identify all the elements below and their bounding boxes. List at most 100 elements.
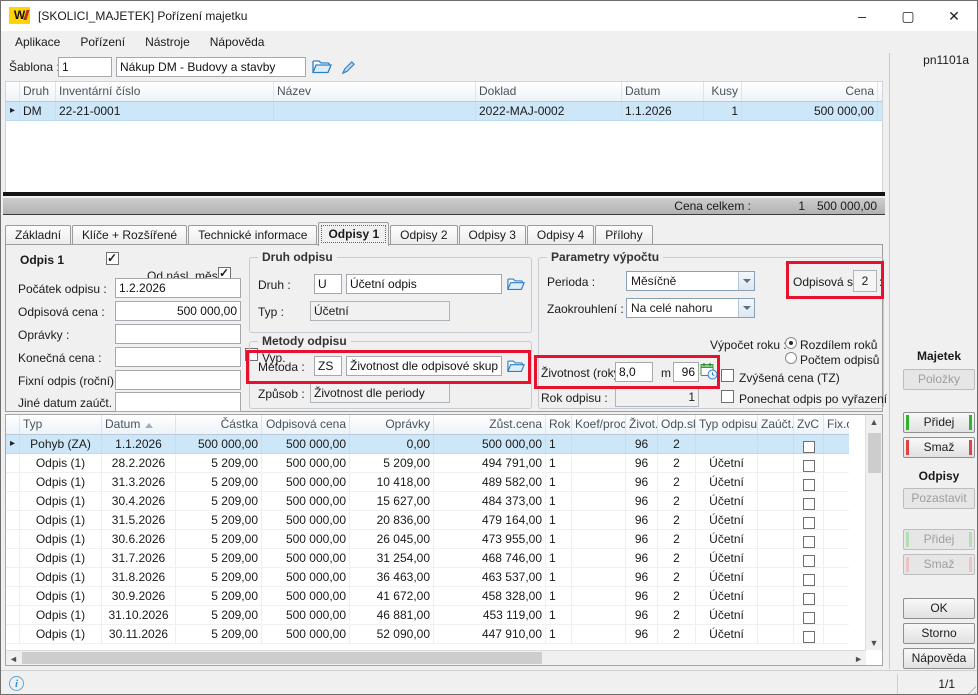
- zvc-checkbox[interactable]: [803, 517, 815, 529]
- tab-technick-informace[interactable]: Technické informace: [188, 225, 317, 245]
- scroll-left-icon[interactable]: ◄: [9, 654, 18, 664]
- info-icon[interactable]: i: [9, 676, 24, 691]
- maximize-icon[interactable]: ▢: [885, 1, 931, 31]
- column-header--stka[interactable]: Částka: [176, 415, 262, 434]
- column-header-datum[interactable]: Datum: [102, 415, 176, 434]
- metoda-name-input[interactable]: [346, 356, 502, 376]
- zvc-checkbox[interactable]: [803, 574, 815, 586]
- vertical-scrollbar[interactable]: ▲ ▼: [865, 415, 882, 650]
- fixni-odpis-input[interactable]: [115, 370, 241, 390]
- open-folder-icon[interactable]: [310, 57, 334, 77]
- minimize-icon[interactable]: –: [839, 1, 885, 31]
- pridej-odpis-button[interactable]: Přidej: [903, 529, 975, 550]
- table-row[interactable]: Odpis (1)30.9.20265 209,00500 000,0041 6…: [6, 587, 849, 606]
- zvc-checkbox[interactable]: [803, 460, 815, 472]
- column-header-cena[interactable]: Cena: [742, 82, 878, 101]
- storno-button[interactable]: Storno: [903, 623, 975, 644]
- column-header-zvc[interactable]: ZvC: [794, 415, 824, 434]
- table-row[interactable]: Odpis (1)30.6.20265 209,00500 000,0026 0…: [6, 530, 849, 549]
- zvc-checkbox[interactable]: [803, 536, 815, 548]
- column-header-odp-sk-[interactable]: Odp.sk.: [658, 415, 696, 434]
- scroll-right-icon[interactable]: ►: [854, 654, 863, 664]
- tab-odpisy-3[interactable]: Odpisy 3: [459, 225, 526, 245]
- scroll-down-icon[interactable]: ▼: [866, 638, 882, 648]
- ok-button[interactable]: OK: [903, 598, 975, 619]
- menu-napoveda[interactable]: Nápověda: [200, 32, 275, 52]
- column-header-kusy[interactable]: Kusy: [704, 82, 742, 101]
- column-header-koef-proc[interactable]: Koef/proc: [572, 415, 626, 434]
- zvc-checkbox[interactable]: [803, 479, 815, 491]
- zvc-checkbox[interactable]: [803, 612, 815, 624]
- calendar-clock-icon[interactable]: [699, 361, 719, 381]
- zvc-checkbox[interactable]: [803, 441, 815, 453]
- table-row[interactable]: Odpis (1)30.4.20265 209,00500 000,0015 6…: [6, 492, 849, 511]
- pridej-button[interactable]: Přidej: [903, 412, 975, 433]
- tab-z-kladn-[interactable]: Základní: [5, 225, 71, 245]
- zaokrouhleni-select[interactable]: Na celé nahoru: [626, 298, 755, 318]
- column-header-doklad[interactable]: Doklad: [476, 82, 622, 101]
- column-header-typ[interactable]: Typ: [20, 415, 102, 434]
- column-header-datum[interactable]: Datum: [622, 82, 704, 101]
- napoveda-button[interactable]: Nápověda: [903, 648, 975, 669]
- druh-folder-icon[interactable]: [504, 274, 528, 294]
- odpis1-checkbox[interactable]: [106, 252, 119, 265]
- table-row[interactable]: Odpis (1)28.2.20265 209,00500 000,005 20…: [6, 454, 849, 473]
- perioda-select[interactable]: Měsíčně: [626, 271, 755, 291]
- opravky-input[interactable]: [115, 324, 241, 344]
- edit-pencil-icon[interactable]: [336, 57, 360, 77]
- table-row[interactable]: Odpis (1)30.11.20265 209,00500 000,0052 …: [6, 625, 849, 644]
- column-header--ivot-[interactable]: Život.: [626, 415, 658, 434]
- tab-p-lohy[interactable]: Přílohy: [595, 225, 652, 245]
- zvc-checkbox[interactable]: [803, 631, 815, 643]
- pozastavit-button[interactable]: Pozastavit: [903, 488, 975, 509]
- zvc-checkbox[interactable]: [803, 593, 815, 605]
- column-header-za-t-[interactable]: Zaúčt.: [758, 415, 794, 434]
- konecna-cena-input[interactable]: [115, 347, 241, 367]
- column-header-n-zev[interactable]: Název: [274, 82, 476, 101]
- table-row[interactable]: ▸DM22-21-00012022-MAJ-00021.1.20261500 0…: [6, 102, 882, 121]
- druh-name-input[interactable]: [346, 274, 502, 294]
- zvysena-cena-checkbox[interactable]: [721, 369, 734, 382]
- column-header-z-st-cena[interactable]: Zůst.cena: [434, 415, 546, 434]
- chevron-down-icon[interactable]: [738, 272, 754, 290]
- zvc-checkbox[interactable]: [803, 555, 815, 567]
- metoda-folder-icon[interactable]: [504, 356, 528, 376]
- scroll-up-icon[interactable]: ▲: [866, 417, 882, 427]
- chevron-down-icon[interactable]: [738, 299, 754, 317]
- table-row[interactable]: Odpis (1)31.3.20265 209,00500 000,0010 4…: [6, 473, 849, 492]
- tab-odpisy-4[interactable]: Odpisy 4: [527, 225, 594, 245]
- menu-porizeni[interactable]: Pořízení: [70, 32, 135, 52]
- scroll-thumb[interactable]: [22, 652, 542, 664]
- tab-kl-e-roz-en-[interactable]: Klíče + Rozšířené: [72, 225, 187, 245]
- table-row[interactable]: Odpis (1)31.8.20265 209,00500 000,0036 4…: [6, 568, 849, 587]
- smaz-button[interactable]: Smaž: [903, 437, 975, 458]
- tab-odpisy-2[interactable]: Odpisy 2: [390, 225, 457, 245]
- close-icon[interactable]: ✕: [931, 1, 977, 31]
- template-number-input[interactable]: [58, 57, 112, 77]
- zvc-checkbox[interactable]: [803, 498, 815, 510]
- menu-nastroje[interactable]: Nástroje: [135, 32, 200, 52]
- table-row[interactable]: Odpis (1)31.10.20265 209,00500 000,0046 …: [6, 606, 849, 625]
- horizontal-scrollbar[interactable]: ◄ ►: [6, 650, 866, 665]
- metoda-code-input[interactable]: [314, 356, 342, 376]
- smaz-odpis-button[interactable]: Smaž: [903, 554, 975, 575]
- table-row[interactable]: Odpis (1)31.5.20265 209,00500 000,0020 8…: [6, 511, 849, 530]
- column-header-odpisov-cena[interactable]: Odpisová cena: [262, 415, 350, 434]
- tab-odpisy-1[interactable]: Odpisy 1: [318, 222, 389, 246]
- jine-datum-input[interactable]: [115, 392, 241, 412]
- column-header-typ-odpisu[interactable]: Typ odpisu: [696, 415, 758, 434]
- polozky-button[interactable]: Položky: [903, 369, 975, 390]
- ponechat-checkbox[interactable]: [721, 390, 734, 403]
- menu-aplikace[interactable]: Aplikace: [5, 32, 70, 52]
- resize-grip[interactable]: [963, 682, 976, 695]
- column-header-druh[interactable]: Druh: [20, 82, 56, 101]
- column-header-invent-rn-slo[interactable]: Inventární číslo: [56, 82, 274, 101]
- table-row[interactable]: ▸Pohyb (ZA)1.1.2026500 000,00500 000,000…: [6, 435, 849, 454]
- column-header-fix-odp-[interactable]: Fix.odp.: [824, 415, 849, 434]
- radio-poctem-odpisu[interactable]: [785, 352, 797, 364]
- zivotnost-roky-input[interactable]: [615, 362, 653, 382]
- template-name-input[interactable]: [116, 57, 306, 77]
- scroll-thumb[interactable]: [868, 433, 881, 473]
- radio-rozdilem-roku[interactable]: [785, 337, 797, 349]
- druh-code-input[interactable]: [314, 274, 342, 294]
